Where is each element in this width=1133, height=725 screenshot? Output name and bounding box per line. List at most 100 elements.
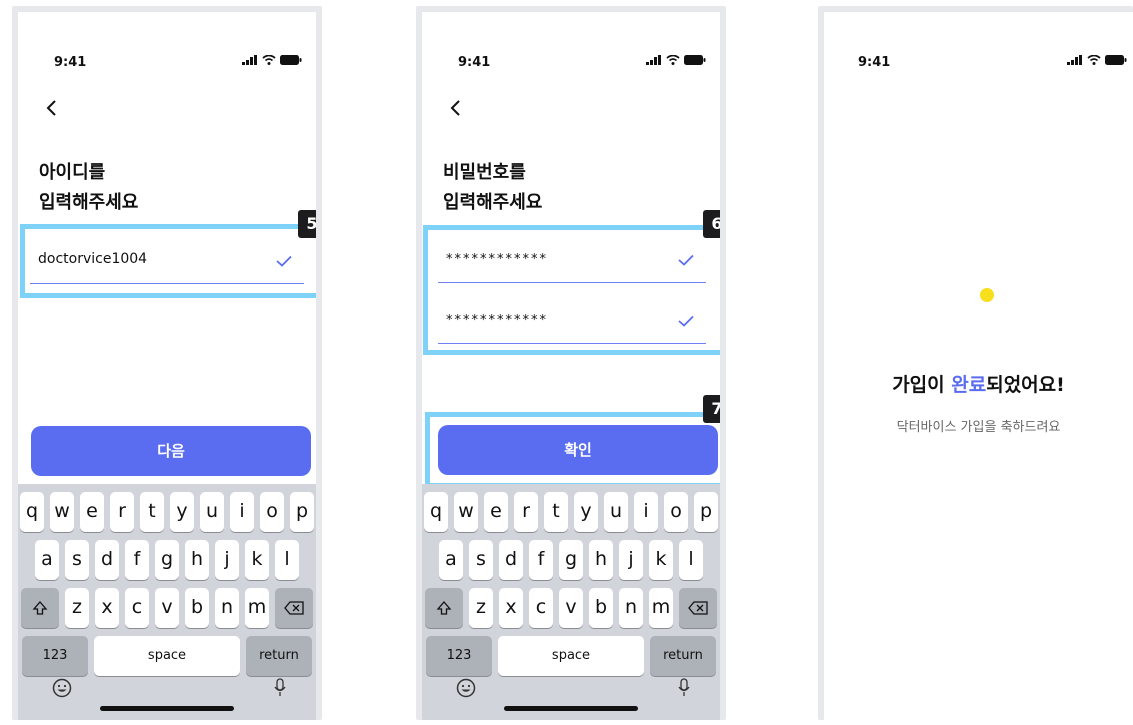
key-t[interactable]: t <box>140 492 164 532</box>
key-j[interactable]: j <box>215 540 239 580</box>
key-b[interactable]: b <box>589 588 613 628</box>
microphone-icon[interactable] <box>274 678 286 698</box>
phone-id-step: 9:41 아이디를 입력해주세요 doctorvice1004 5 다음 qwe… <box>12 6 322 720</box>
key-x[interactable]: x <box>499 588 523 628</box>
key-x[interactable]: x <box>95 588 119 628</box>
key-q[interactable]: q <box>20 492 44 532</box>
key-v[interactable]: v <box>559 588 583 628</box>
key-d[interactable]: d <box>499 540 523 580</box>
key-r[interactable]: r <box>514 492 538 532</box>
signal-icon <box>1067 55 1082 65</box>
space-key[interactable]: space <box>94 636 240 676</box>
key-e[interactable]: e <box>484 492 508 532</box>
page-title: 비밀번호를 입력해주세요 <box>443 158 542 218</box>
key-h[interactable]: h <box>185 540 209 580</box>
key-l[interactable]: l <box>679 540 703 580</box>
shift-icon <box>436 601 452 615</box>
key-f[interactable]: f <box>125 540 149 580</box>
key-j[interactable]: j <box>619 540 643 580</box>
key-b[interactable]: b <box>185 588 209 628</box>
key-f[interactable]: f <box>529 540 553 580</box>
backspace-key[interactable] <box>275 588 313 628</box>
screen: 9:41 비밀번호를 입력해주세요 ************ *********… <box>422 12 720 720</box>
key-y[interactable]: y <box>170 492 194 532</box>
key-p[interactable]: p <box>290 492 314 532</box>
signal-icon <box>646 55 661 65</box>
step-badge: 7 <box>703 395 720 423</box>
title-accent: 완료 <box>951 374 987 396</box>
home-indicator <box>100 706 234 711</box>
key-k[interactable]: k <box>245 540 269 580</box>
status-time: 9:41 <box>858 55 891 70</box>
title-line-2: 입력해주세요 <box>443 192 543 213</box>
key-a[interactable]: a <box>439 540 463 580</box>
key-c[interactable]: c <box>125 588 149 628</box>
next-button[interactable]: 다음 <box>31 426 311 476</box>
key-i[interactable]: i <box>230 492 254 532</box>
title-prefix: 가입이 <box>892 374 952 396</box>
key-n[interactable]: n <box>215 588 239 628</box>
numbers-key[interactable]: 123 <box>426 636 492 676</box>
backspace-key[interactable] <box>679 588 717 628</box>
key-e[interactable]: e <box>80 492 104 532</box>
key-p[interactable]: p <box>694 492 718 532</box>
key-g[interactable]: g <box>155 540 179 580</box>
key-d[interactable]: d <box>95 540 119 580</box>
key-v[interactable]: v <box>155 588 179 628</box>
key-a[interactable]: a <box>35 540 59 580</box>
key-u[interactable]: u <box>604 492 628 532</box>
emoji-icon[interactable] <box>52 678 72 698</box>
key-z[interactable]: z <box>65 588 89 628</box>
shift-key[interactable] <box>21 588 59 628</box>
phone-signup-complete: 9:41 가입이 완료되었어요! 닥터바이스 가입을 축하드려요 <box>818 6 1133 720</box>
signal-icon <box>242 55 257 65</box>
key-w[interactable]: w <box>50 492 74 532</box>
key-g[interactable]: g <box>559 540 583 580</box>
key-o[interactable]: o <box>260 492 284 532</box>
return-key[interactable]: return <box>246 636 312 676</box>
microphone-icon[interactable] <box>678 678 690 698</box>
keyboard-row-1: qwertyuiop <box>18 492 316 532</box>
celebration-dot <box>980 288 994 302</box>
wifi-icon <box>262 55 276 65</box>
key-m[interactable]: m <box>649 588 673 628</box>
home-indicator <box>504 706 638 711</box>
title-line-1: 아이디를 <box>39 162 106 183</box>
key-h[interactable]: h <box>589 540 613 580</box>
numbers-key[interactable]: 123 <box>22 636 88 676</box>
space-key[interactable]: space <box>498 636 644 676</box>
id-field-highlight <box>20 224 316 298</box>
key-m[interactable]: m <box>245 588 269 628</box>
key-s[interactable]: s <box>65 540 89 580</box>
shift-key[interactable] <box>425 588 463 628</box>
battery-icon <box>1105 55 1127 65</box>
key-s[interactable]: s <box>469 540 493 580</box>
keyboard: qwertyuiop asdfghjkl zxcvbnm 123 space r… <box>422 484 720 720</box>
status-time: 9:41 <box>54 55 87 70</box>
backspace-icon <box>688 601 708 615</box>
key-y[interactable]: y <box>574 492 598 532</box>
key-c[interactable]: c <box>529 588 553 628</box>
screen: 9:41 가입이 완료되었어요! 닥터바이스 가입을 축하드려요 <box>824 12 1133 720</box>
key-n[interactable]: n <box>619 588 643 628</box>
key-i[interactable]: i <box>634 492 658 532</box>
confirm-button-highlight <box>425 412 720 488</box>
page-title: 아이디를 입력해주세요 <box>39 158 138 218</box>
step-badge: 5 <box>298 210 316 238</box>
back-icon[interactable] <box>40 96 64 120</box>
key-o[interactable]: o <box>664 492 688 532</box>
key-l[interactable]: l <box>275 540 299 580</box>
status-bar: 9:41 <box>18 52 316 74</box>
key-q[interactable]: q <box>424 492 448 532</box>
emoji-icon[interactable] <box>456 678 476 698</box>
key-r[interactable]: r <box>110 492 134 532</box>
return-key[interactable]: return <box>650 636 716 676</box>
key-w[interactable]: w <box>454 492 478 532</box>
key-u[interactable]: u <box>200 492 224 532</box>
screen: 9:41 아이디를 입력해주세요 doctorvice1004 5 다음 qwe… <box>18 12 316 720</box>
battery-icon <box>280 55 302 65</box>
back-icon[interactable] <box>444 96 468 120</box>
key-z[interactable]: z <box>469 588 493 628</box>
key-k[interactable]: k <box>649 540 673 580</box>
key-t[interactable]: t <box>544 492 568 532</box>
